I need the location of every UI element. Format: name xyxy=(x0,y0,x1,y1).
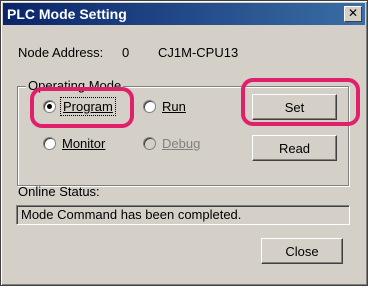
device-model: CJ1M-CPU13 xyxy=(158,45,239,60)
title-bar: PLC Mode Setting ✕ xyxy=(3,3,365,25)
close-button[interactable]: Close xyxy=(261,238,343,264)
operating-mode-legend: Operating Mode xyxy=(26,78,124,93)
window-title: PLC Mode Setting xyxy=(7,6,127,22)
radio-monitor[interactable]: Monitor xyxy=(43,136,105,151)
close-window-icon[interactable]: ✕ xyxy=(344,6,362,22)
set-button[interactable]: Set xyxy=(252,94,337,120)
read-button-label: Read xyxy=(278,140,311,156)
set-button-label: Set xyxy=(284,99,305,115)
online-status-label: Online Status: xyxy=(18,184,100,199)
node-address-value: 0 xyxy=(122,45,130,60)
read-button[interactable]: Read xyxy=(252,135,337,161)
radio-program[interactable]: Program xyxy=(43,97,116,116)
radio-monitor-label: Monitor xyxy=(62,136,106,151)
radio-program-label: Program xyxy=(60,97,116,116)
radio-run-indicator xyxy=(143,100,156,113)
radio-monitor-indicator xyxy=(43,137,56,150)
radio-run[interactable]: Run xyxy=(143,99,186,114)
close-button-label: Close xyxy=(285,243,319,259)
radio-debug-indicator xyxy=(143,137,156,150)
radio-debug-label: Debug xyxy=(162,136,201,151)
radio-debug: Debug xyxy=(143,136,200,151)
node-address-label: Node Address: xyxy=(18,45,104,60)
radio-run-label: Run xyxy=(162,99,186,114)
online-status-field: Mode Command has been completed. xyxy=(16,205,350,225)
radio-program-indicator xyxy=(43,100,56,113)
